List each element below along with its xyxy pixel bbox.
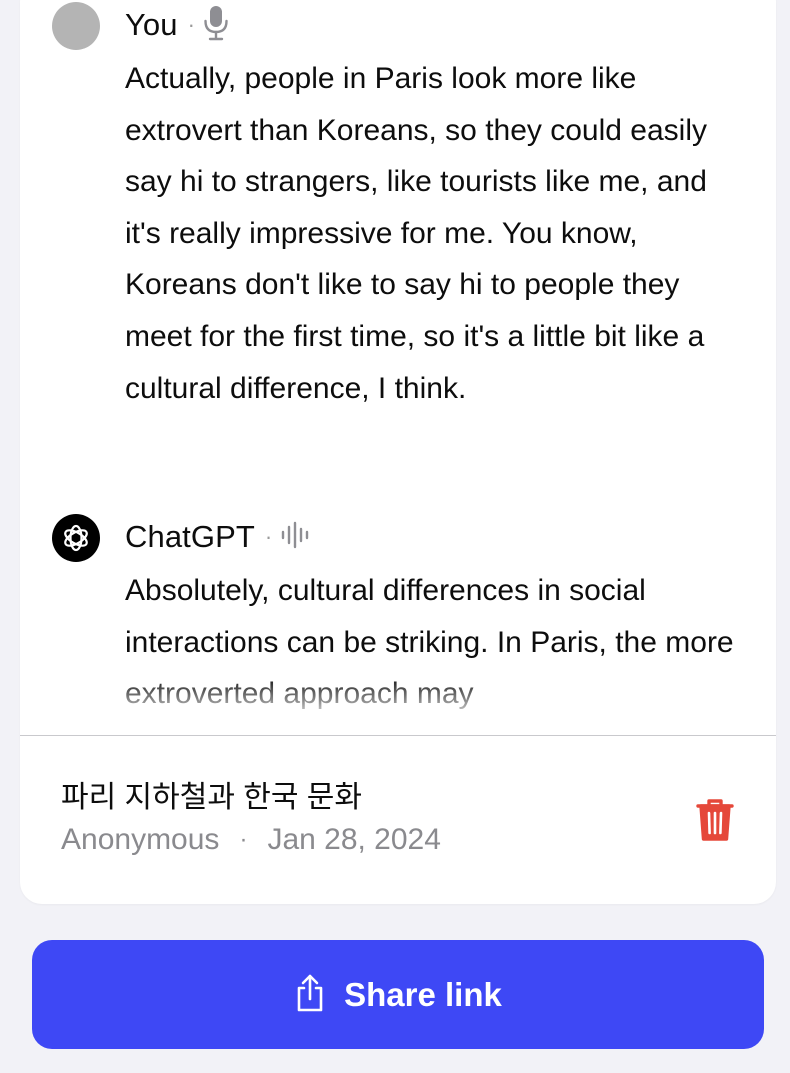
author-name: You (125, 7, 178, 42)
share-link-button[interactable]: Share link (32, 940, 764, 1049)
header-dot: · (187, 12, 195, 37)
user-avatar (52, 2, 100, 50)
trash-icon[interactable] (696, 798, 734, 842)
message-header: ChatGPT · (125, 512, 312, 562)
scroll-fade (20, 676, 776, 716)
message-text: Actually, people in Paris look more like… (125, 62, 707, 405)
divider (20, 735, 776, 736)
conversation-date: Jan 28, 2024 (267, 823, 441, 856)
audio-waveform-icon (280, 521, 312, 554)
message-header: You · (125, 0, 229, 50)
header-dot: · (264, 524, 273, 549)
conversation-meta: Anonymous · Jan 28, 2024 (61, 823, 441, 857)
author-name: ChatGPT (125, 519, 255, 554)
share-icon (294, 973, 326, 1016)
conversation-preview[interactable]: You · Actually, people in Paris look mor… (20, 0, 776, 716)
microphone-icon (203, 5, 229, 46)
meta-separator: · (239, 826, 248, 853)
owner-name: Anonymous (61, 823, 220, 856)
chatgpt-logo-icon (52, 514, 100, 562)
conversation-title: 파리 지하철과 한국 문화 (61, 781, 363, 814)
share-link-label: Share link (344, 975, 502, 1013)
shared-conversation-card: You · Actually, people in Paris look mor… (20, 0, 776, 904)
